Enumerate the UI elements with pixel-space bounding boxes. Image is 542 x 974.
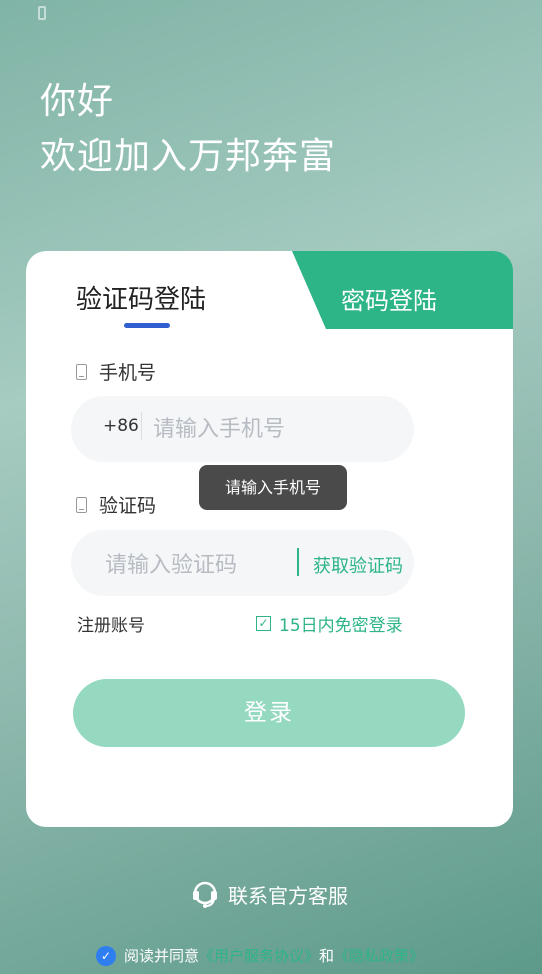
headset-icon [190,879,220,909]
code-input[interactable]: 请输入验证码 获取验证码 [71,530,414,596]
register-link[interactable]: 注册账号 [77,611,145,636]
country-code[interactable]: +86 [103,416,139,436]
agreement-prefix: 阅读并同意 [124,947,200,965]
phone-icon [76,363,87,380]
greeting: 你好 欢迎加入万邦奔富 [40,78,336,184]
terms-link[interactable]: 《用户服务协议》 [199,945,319,966]
tab-sms-login[interactable]: 验证码登陆 [76,279,206,316]
toast-message: 请输入手机号 [199,465,347,510]
privacy-link[interactable]: 《隐私政策》 [334,945,424,966]
phone-label: 手机号 [76,358,156,385]
tab-password-login-label[interactable]: 密码登陆 [341,281,437,316]
agreement: ✓ 阅读并同意 《用户服务协议》 和 《隐私政策》 [96,945,424,966]
get-code-button[interactable]: 获取验证码 [313,552,403,578]
tab-active-indicator [124,323,170,328]
login-card: 验证码登陆 密码登陆 手机号 +86 请输入手机号 验证码 请输入验证码 获取验… [26,251,513,827]
code-divider [297,548,299,576]
remember-login-toggle[interactable]: ✓ 15日内免密登录 [256,611,403,636]
checkmark-icon[interactable]: ✓ [256,616,271,631]
code-label-text: 验证码 [99,495,157,517]
phone-input[interactable]: +86 请输入手机号 [71,396,414,462]
agreement-checkbox[interactable]: ✓ [96,945,116,966]
code-label: 验证码 [76,491,156,518]
greeting-hello: 你好 [40,81,115,122]
battery-icon [38,6,46,20]
code-icon [76,496,87,513]
agreement-and: 和 [319,947,335,965]
country-code-divider [141,412,142,440]
phone-placeholder: 请输入手机号 [153,417,286,442]
login-button[interactable]: 登录 [73,679,465,747]
remember-login-label: 15日内免密登录 [279,616,403,636]
contact-service-label: 联系官方客服 [228,883,348,908]
contact-service-button[interactable]: 联系官方客服 [190,879,348,909]
phone-label-text: 手机号 [99,362,157,384]
greeting-welcome: 欢迎加入万邦奔富 [40,136,337,177]
code-placeholder: 请输入验证码 [105,553,238,578]
